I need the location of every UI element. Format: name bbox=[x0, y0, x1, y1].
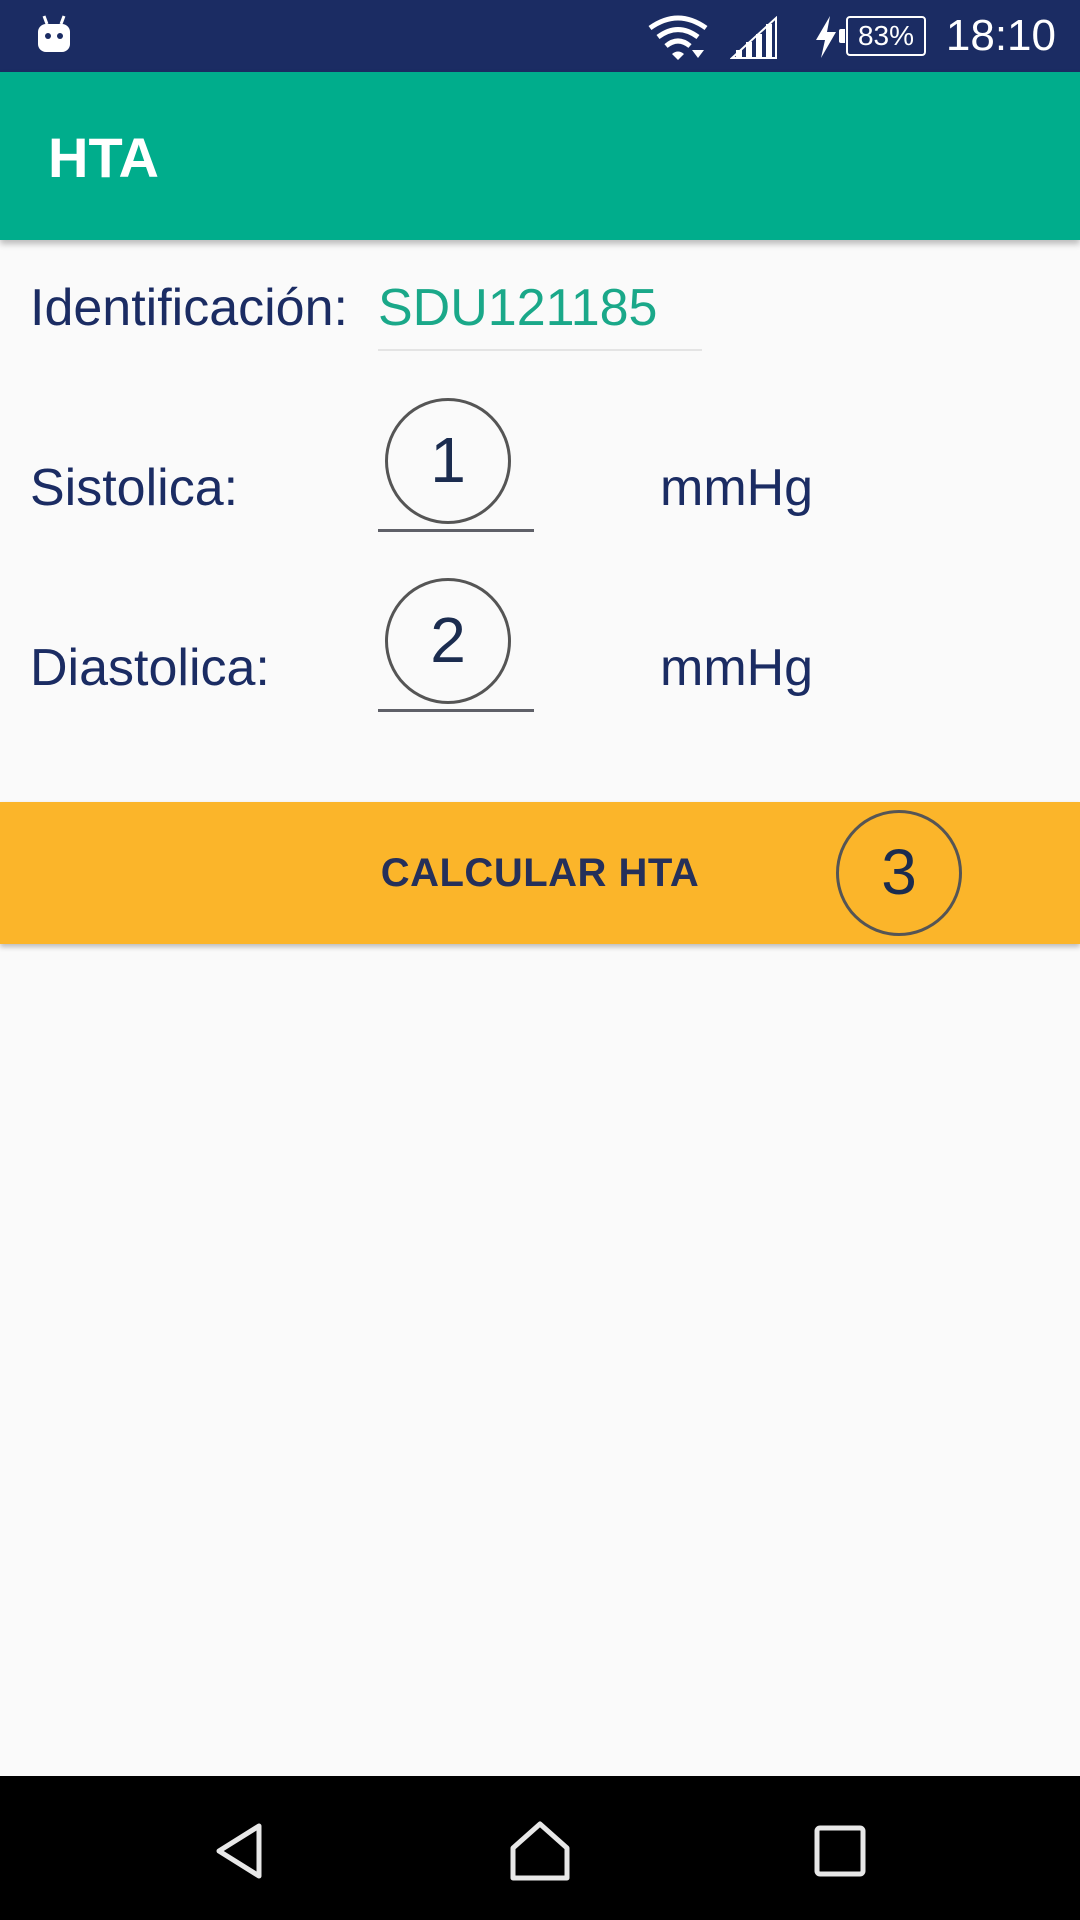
identification-underline bbox=[378, 349, 702, 351]
identification-label: Identificación: bbox=[30, 279, 348, 337]
systolic-label: Sistolica: bbox=[30, 459, 239, 517]
status-time: 18:10 bbox=[945, 11, 1056, 60]
home-icon[interactable] bbox=[507, 1818, 573, 1884]
navigation-bar bbox=[0, 1776, 1080, 1920]
calculate-hta-button[interactable]: CALCULAR HTA 3 bbox=[0, 802, 1080, 944]
annotation-marker-2: 2 bbox=[385, 578, 511, 704]
signal-icon bbox=[730, 16, 777, 59]
android-icon bbox=[38, 15, 70, 52]
charging-icon bbox=[816, 16, 836, 58]
diastolic-unit: mmHg bbox=[660, 639, 814, 697]
annotation-marker-1: 1 bbox=[385, 398, 511, 524]
app-title: HTA bbox=[48, 126, 159, 189]
app-bar: HTA bbox=[0, 72, 1080, 240]
battery-level: 83% bbox=[857, 20, 915, 51]
back-icon[interactable] bbox=[207, 1818, 273, 1884]
recents-icon[interactable] bbox=[807, 1818, 873, 1884]
wifi-icon bbox=[648, 15, 708, 60]
battery-icon: 83% bbox=[839, 16, 926, 56]
status-bar: 83% 18:10 bbox=[0, 0, 1080, 72]
annotation-marker-3: 3 bbox=[836, 810, 962, 936]
systolic-unit: mmHg bbox=[660, 459, 814, 517]
identification-value[interactable]: SDU121185 bbox=[378, 278, 657, 338]
diastolic-label: Diastolica: bbox=[30, 639, 270, 697]
